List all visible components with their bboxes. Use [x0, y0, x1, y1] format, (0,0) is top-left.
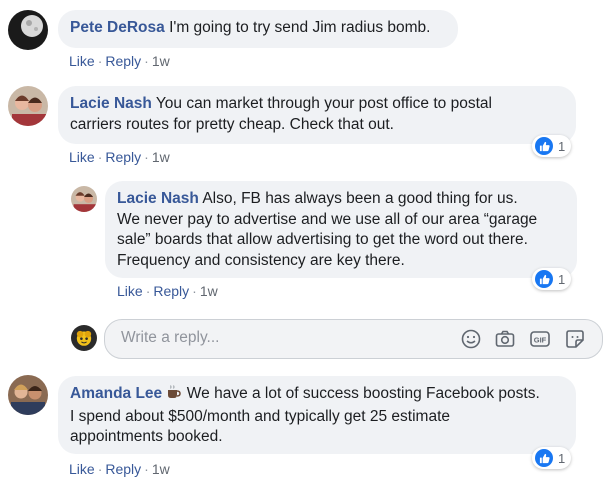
separator: · [97, 149, 103, 165]
reply-text-line: Also, FB has always been a good thing fo… [202, 190, 518, 207]
reply-link[interactable]: Reply [105, 149, 141, 165]
reply-text-line: We never pay to advertise and we use all… [117, 210, 538, 228]
comment-bubble: Lacie Nash You can market through your p… [58, 86, 576, 144]
comment-text-line: You can market through your post office … [155, 95, 492, 112]
timestamp[interactable]: 1w [152, 461, 170, 477]
reaction-count: 1 [558, 450, 566, 466]
gif-icon[interactable]: GIF [529, 328, 551, 350]
comment-text: I'm going to try send Jim radius bomb. [169, 19, 431, 36]
comment-text-line: carriers routes for pretty cheap. Check … [70, 115, 394, 133]
comment-author[interactable]: Lacie Nash [70, 95, 152, 112]
reaction-badge[interactable]: 1 [532, 135, 572, 157]
separator: · [145, 283, 151, 299]
reply-input[interactable]: Write a reply... GIF [104, 319, 603, 359]
comment-author[interactable]: Amanda Lee [70, 385, 162, 402]
like-link[interactable]: Like [69, 149, 95, 165]
separator: · [97, 461, 103, 477]
separator: · [192, 283, 197, 299]
reply-actions: Like · Reply · 1w [117, 282, 218, 300]
coffee-icon [166, 384, 182, 407]
thumbs-up-icon [535, 270, 553, 288]
reply-author[interactable]: Lacie Nash [117, 190, 199, 207]
reply-link[interactable]: Reply [105, 53, 141, 69]
avatar-lacie-nash[interactable] [71, 186, 97, 212]
reply-link[interactable]: Reply [105, 461, 141, 477]
separator: · [144, 149, 149, 165]
reply-bubble: Lacie Nash Also, FB has always been a go… [105, 181, 577, 278]
comment-text-line: We have a lot of success boosting Facebo… [186, 385, 540, 402]
separator: · [97, 53, 103, 69]
comment-text-line: appointments booked. [70, 428, 223, 445]
reaction-count: 1 [558, 138, 566, 154]
current-user-avatar[interactable] [71, 325, 97, 351]
reaction-count: 1 [558, 271, 566, 287]
avatar-lacie-nash[interactable] [8, 86, 48, 126]
like-link[interactable]: Like [117, 283, 143, 299]
comment-text-line: I spend about $500/month and typically g… [70, 407, 450, 425]
comment-actions: Like · Reply · 1w [69, 148, 170, 166]
reaction-badge[interactable]: 1 [532, 447, 572, 469]
camera-icon[interactable] [494, 328, 516, 350]
separator: · [144, 461, 149, 477]
timestamp[interactable]: 1w [200, 283, 218, 299]
avatar-pete-derosa[interactable] [8, 10, 48, 50]
comment-bubble: Pete DeRosa I'm going to try send Jim ra… [58, 10, 458, 48]
reply-link[interactable]: Reply [153, 283, 189, 299]
like-link[interactable]: Like [69, 53, 95, 69]
reply-text-line: sale” boards that allow advertising to g… [117, 231, 528, 248]
comment-actions: Like · Reply · 1w [69, 52, 170, 70]
separator: · [144, 53, 149, 69]
reply-text-line: Frequency and consistency are key there. [117, 251, 405, 269]
thumbs-up-icon [535, 449, 553, 467]
svg-text:GIF: GIF [534, 336, 547, 345]
emoji-icon[interactable] [460, 328, 482, 350]
timestamp[interactable]: 1w [152, 53, 170, 69]
sticker-icon[interactable] [564, 328, 586, 350]
like-link[interactable]: Like [69, 461, 95, 477]
avatar-amanda-lee[interactable] [8, 375, 48, 415]
comment-author[interactable]: Pete DeRosa [70, 19, 165, 36]
timestamp[interactable]: 1w [152, 149, 170, 165]
comment-bubble: Amanda Lee We have a lot of success boos… [58, 376, 576, 454]
comment-actions: Like · Reply · 1w [69, 460, 170, 478]
reaction-badge[interactable]: 1 [532, 268, 572, 290]
reply-input-placeholder: Write a reply... [121, 329, 220, 346]
thumbs-up-icon [535, 137, 553, 155]
